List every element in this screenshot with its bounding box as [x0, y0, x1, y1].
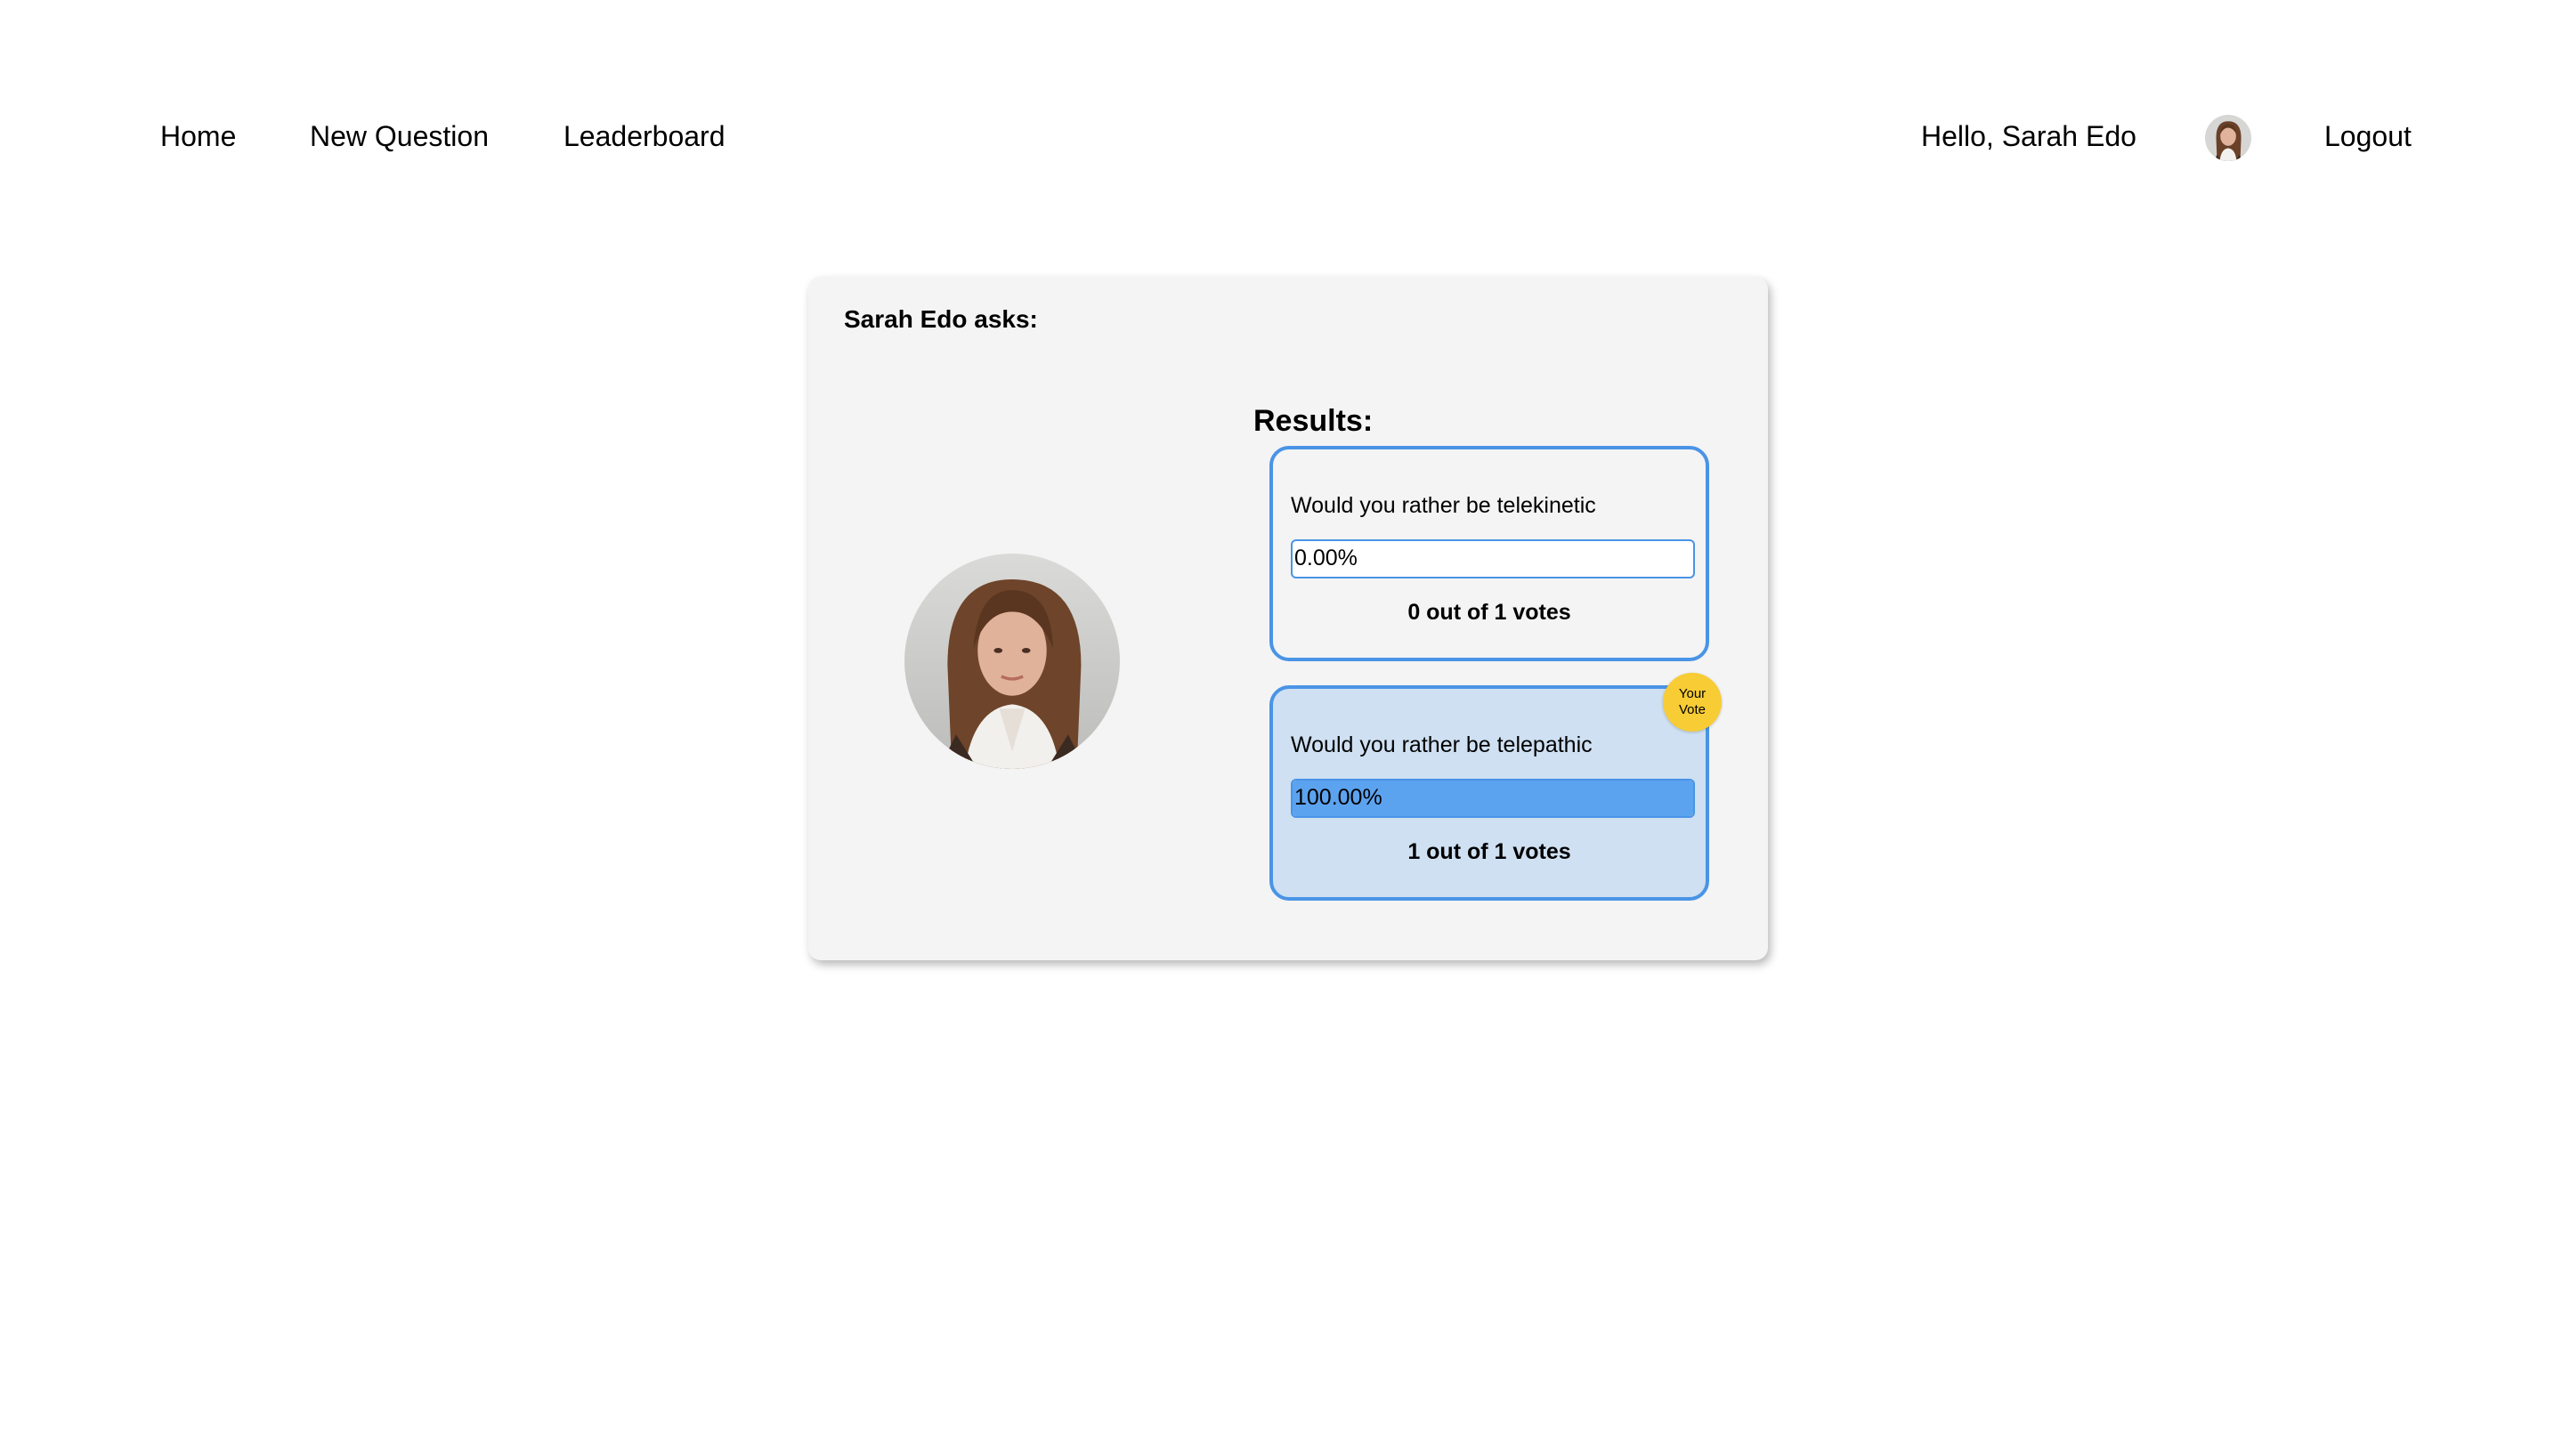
nav-home-link[interactable]: Home [160, 118, 236, 154]
logout-link[interactable]: Logout [2324, 118, 2412, 154]
progress-percent: 100.00% [1294, 785, 1382, 810]
option-vote-count: 1 out of 1 votes [1407, 839, 1571, 864]
progress-percent: 0.00% [1294, 546, 1358, 570]
question-author-heading: Sarah Edo asks: [844, 305, 1038, 333]
option-progress-bar: 100.00% [1291, 779, 1695, 818]
user-greeting: Hello, Sarah Edo [1921, 120, 2136, 152]
your-vote-badge: Your Vote [1663, 673, 1722, 732]
poll-result-card: Sarah Edo asks: Results: Would you rathe… [808, 277, 1768, 960]
author-avatar [904, 554, 1120, 769]
author-avatar-image [904, 554, 1120, 769]
your-vote-badge-line1: Your [1678, 686, 1707, 701]
nav-new-question-link[interactable]: New Question [310, 118, 489, 154]
option-vote-count: 0 out of 1 votes [1407, 600, 1571, 625]
poll-option-1: Would you rather be telekinetic 0.00% 0 … [1269, 446, 1709, 661]
your-vote-badge-line2: Vote [1678, 702, 1707, 717]
option-text: Would you rather be telekinetic [1291, 493, 1596, 518]
user-avatar-image [2205, 115, 2251, 161]
option-progress-bar: 0.00% [1291, 539, 1695, 578]
top-nav: Home New Question Leaderboard Hello, Sar… [0, 0, 2562, 276]
results-title: Results: [1253, 404, 1374, 438]
poll-option-2: Would you rather be telepathic 100.00% 1… [1269, 673, 1722, 901]
nav-leaderboard-link[interactable]: Leaderboard [563, 118, 725, 154]
option-text: Would you rather be telepathic [1291, 732, 1593, 757]
user-avatar [2205, 115, 2251, 161]
